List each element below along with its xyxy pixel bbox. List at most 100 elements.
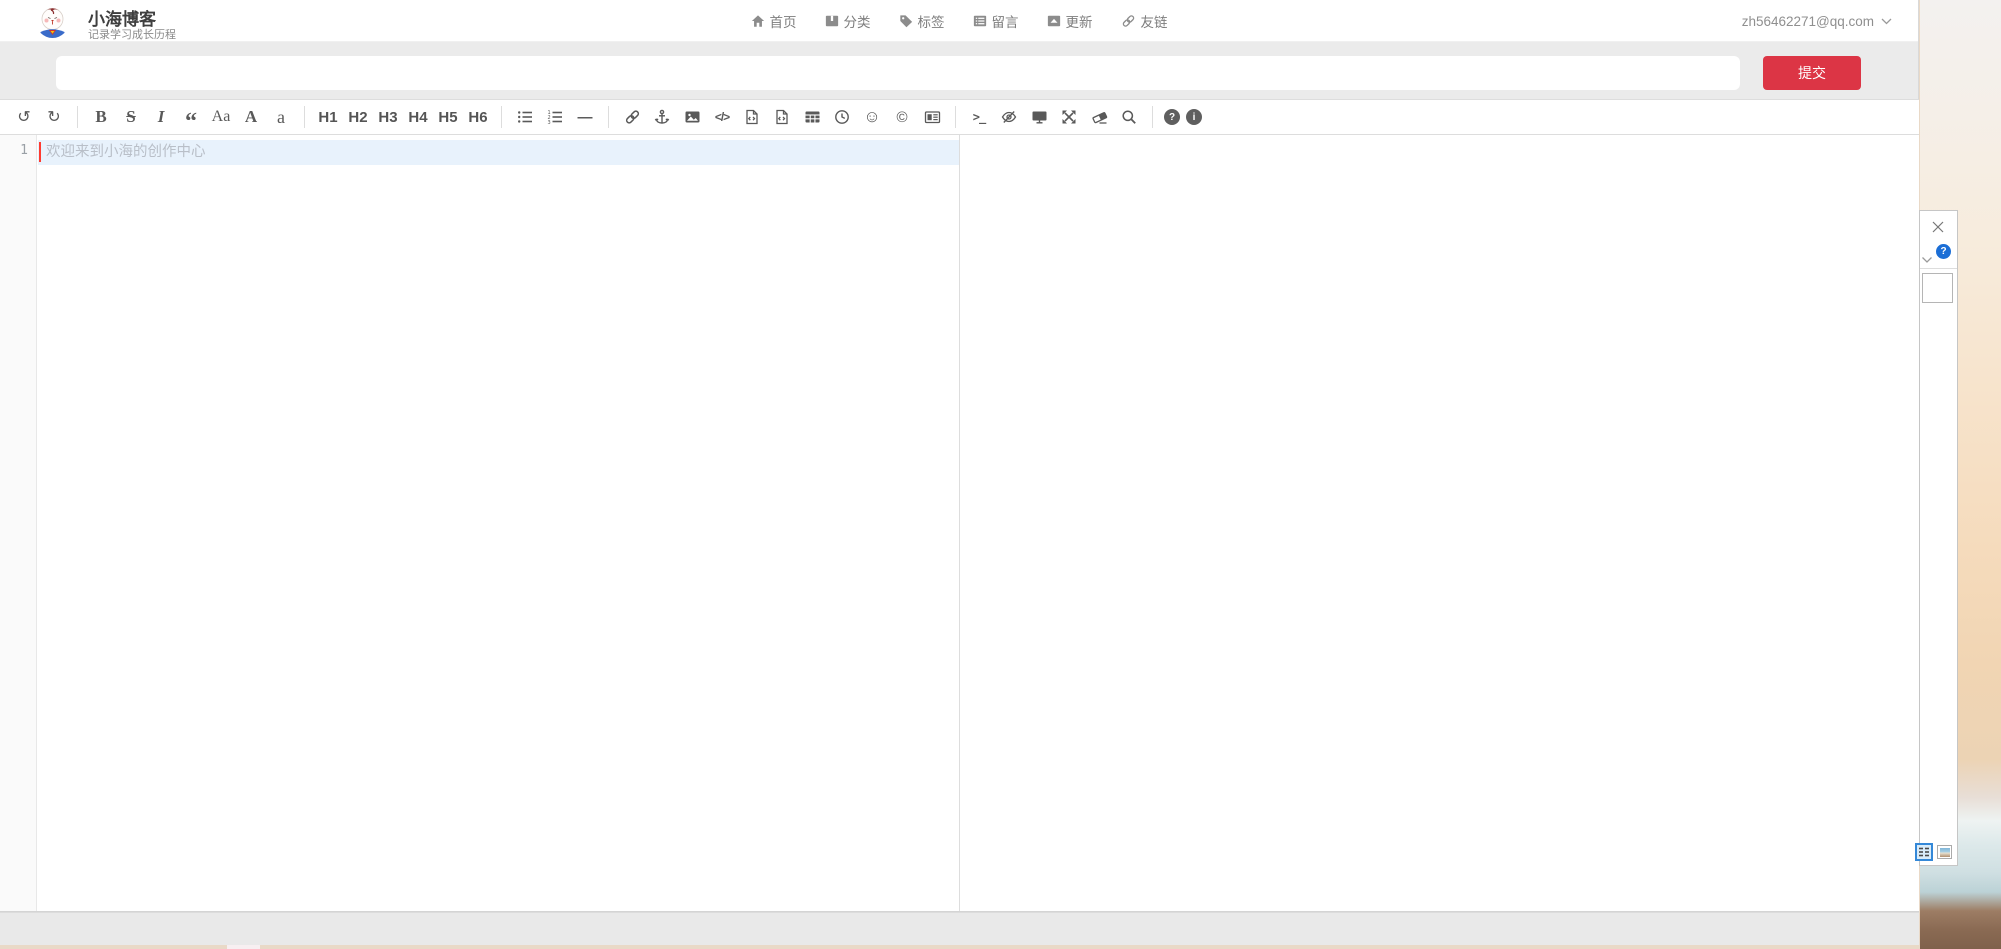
fullscreen-arrows-icon bbox=[1061, 109, 1077, 125]
search-button[interactable] bbox=[1117, 104, 1141, 130]
chevron-down-icon bbox=[1881, 18, 1892, 25]
h6-button[interactable]: H6 bbox=[466, 104, 490, 130]
nav-item-messages[interactable]: 留言 bbox=[973, 11, 1019, 31]
image-icon bbox=[684, 109, 701, 125]
close-icon[interactable] bbox=[1931, 220, 1945, 239]
file-code-icon bbox=[774, 109, 790, 125]
html-entities-button[interactable]: © bbox=[890, 104, 914, 130]
numbered-list-icon: 123 bbox=[547, 109, 563, 125]
search-icon bbox=[1121, 109, 1137, 125]
ucwords-button[interactable]: Aa bbox=[209, 104, 233, 130]
toolbar-separator bbox=[608, 106, 609, 128]
markdown-editor: ↺ ↻ B S I “ Aa A a H1 H2 H3 H4 H5 H6 bbox=[0, 99, 1919, 912]
nav-item-categories[interactable]: 分类 bbox=[825, 11, 871, 31]
horizontal-rule-button[interactable]: — bbox=[573, 104, 597, 130]
image-view-icon[interactable] bbox=[1937, 845, 1952, 859]
anchor-icon bbox=[654, 109, 670, 125]
bold-button[interactable]: B bbox=[89, 104, 113, 130]
h3-button[interactable]: H3 bbox=[376, 104, 400, 130]
emoji-button[interactable]: ☺ bbox=[860, 104, 884, 130]
nav-label: 标签 bbox=[918, 11, 945, 31]
quote-button[interactable]: “ bbox=[179, 104, 203, 130]
toolbar-separator bbox=[1152, 106, 1153, 128]
caret-up-square-icon bbox=[1047, 14, 1061, 28]
list-ul-button[interactable] bbox=[513, 104, 537, 130]
bullet-list-icon bbox=[517, 109, 533, 125]
editor-placeholder: 欢迎来到小海的创作中心 bbox=[46, 140, 206, 165]
eraser-icon bbox=[1091, 109, 1108, 125]
message-board-icon bbox=[973, 14, 987, 28]
pagebreak-button[interactable] bbox=[920, 104, 944, 130]
h5-button[interactable]: H5 bbox=[436, 104, 460, 130]
newspaper-icon bbox=[924, 109, 941, 125]
composer-bar: 提交 bbox=[0, 42, 1918, 99]
nav-item-tags[interactable]: 标签 bbox=[899, 11, 945, 31]
page: 小海博客 记录学习成长历程 首页 分类 标签 留言 bbox=[0, 0, 2001, 949]
list-ol-button[interactable]: 123 bbox=[543, 104, 567, 130]
svg-text:3: 3 bbox=[548, 120, 551, 125]
main-content: 小海博客 记录学习成长历程 首页 分类 标签 留言 bbox=[0, 0, 1919, 945]
nav-item-home[interactable]: 首页 bbox=[751, 11, 797, 31]
undo-button[interactable]: ↺ bbox=[12, 104, 36, 130]
table-button[interactable] bbox=[800, 104, 824, 130]
tag-icon bbox=[899, 14, 913, 28]
code-editor-pane[interactable]: 1 欢迎来到小海的创作中心 bbox=[0, 135, 960, 911]
link-icon bbox=[624, 109, 641, 125]
toolbar-separator bbox=[955, 106, 956, 128]
code-block-button[interactable] bbox=[770, 104, 794, 130]
link-button[interactable] bbox=[620, 104, 644, 130]
strikethrough-button[interactable]: S bbox=[119, 104, 143, 130]
image-button[interactable] bbox=[680, 104, 704, 130]
fullscreen-button[interactable] bbox=[1057, 104, 1081, 130]
chain-link-icon bbox=[1121, 14, 1136, 28]
help-button[interactable]: ? bbox=[1164, 109, 1180, 125]
clear-button[interactable] bbox=[1087, 104, 1111, 130]
categories-icon bbox=[825, 14, 839, 28]
redo-button[interactable]: ↻ bbox=[42, 104, 66, 130]
italic-button[interactable]: I bbox=[149, 104, 173, 130]
toolbar-separator bbox=[77, 106, 78, 128]
preformatted-text-button[interactable] bbox=[740, 104, 764, 130]
inline-code-button[interactable]: </> bbox=[710, 104, 734, 130]
help-badge-icon[interactable]: ? bbox=[1936, 244, 1951, 259]
topbar: 小海博客 记录学习成长历程 首页 分类 标签 留言 bbox=[0, 0, 1918, 42]
post-title-input[interactable] bbox=[56, 56, 1740, 90]
goto-line-button[interactable]: >_ bbox=[967, 104, 991, 130]
beach-thumbnail bbox=[1940, 848, 1950, 857]
markdown-preview-pane bbox=[960, 135, 1919, 911]
line-number-gutter: 1 bbox=[0, 135, 37, 911]
info-button[interactable]: i bbox=[1186, 109, 1202, 125]
preview-button[interactable] bbox=[1027, 104, 1051, 130]
file-code-icon bbox=[744, 109, 760, 125]
lowercase-button[interactable]: a bbox=[269, 104, 293, 130]
monitor-icon bbox=[1031, 109, 1048, 125]
submit-button[interactable]: 提交 bbox=[1763, 56, 1861, 90]
home-icon bbox=[751, 14, 765, 28]
eye-slash-icon bbox=[1000, 109, 1018, 125]
user-email: zh56462271@qq.com bbox=[1742, 14, 1874, 29]
datetime-button[interactable] bbox=[830, 104, 854, 130]
nav-label: 友链 bbox=[1141, 11, 1168, 31]
main-nav: 首页 分类 标签 留言 更新 bbox=[0, 0, 1918, 42]
list-view-icon[interactable] bbox=[1915, 843, 1933, 861]
nav-item-updates[interactable]: 更新 bbox=[1047, 11, 1093, 31]
table-icon bbox=[804, 109, 821, 125]
overlay-input[interactable] bbox=[1922, 273, 1953, 303]
anchor-button[interactable] bbox=[650, 104, 674, 130]
h1-button[interactable]: H1 bbox=[316, 104, 340, 130]
user-menu[interactable]: zh56462271@qq.com bbox=[1742, 0, 1892, 42]
h2-button[interactable]: H2 bbox=[346, 104, 370, 130]
text-cursor bbox=[39, 142, 41, 162]
overlay-widget-panel: ? bbox=[1919, 210, 1958, 866]
clock-icon bbox=[834, 109, 850, 125]
toolbar-separator bbox=[501, 106, 502, 128]
chevron-down-icon[interactable] bbox=[1921, 251, 1933, 269]
uppercase-button[interactable]: A bbox=[239, 104, 263, 130]
watch-toggle-button[interactable] bbox=[997, 104, 1021, 130]
divider bbox=[1920, 268, 1957, 269]
editor-body: 1 欢迎来到小海的创作中心 bbox=[0, 135, 1919, 911]
nav-label: 分类 bbox=[844, 11, 871, 31]
nav-item-friend-links[interactable]: 友链 bbox=[1121, 11, 1168, 31]
toolbar-separator bbox=[304, 106, 305, 128]
h4-button[interactable]: H4 bbox=[406, 104, 430, 130]
